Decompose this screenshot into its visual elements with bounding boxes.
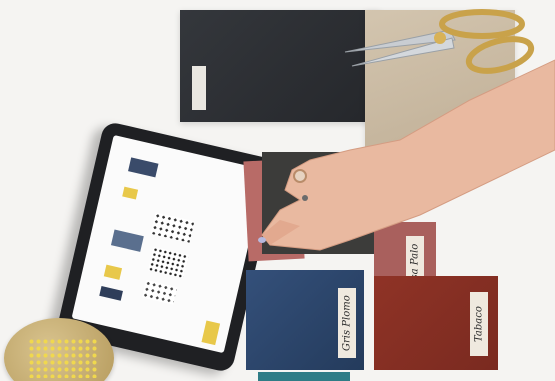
hand <box>258 59 555 251</box>
photo-scene: Rosa Palo Gris Plomo Tabaco <box>0 0 555 381</box>
